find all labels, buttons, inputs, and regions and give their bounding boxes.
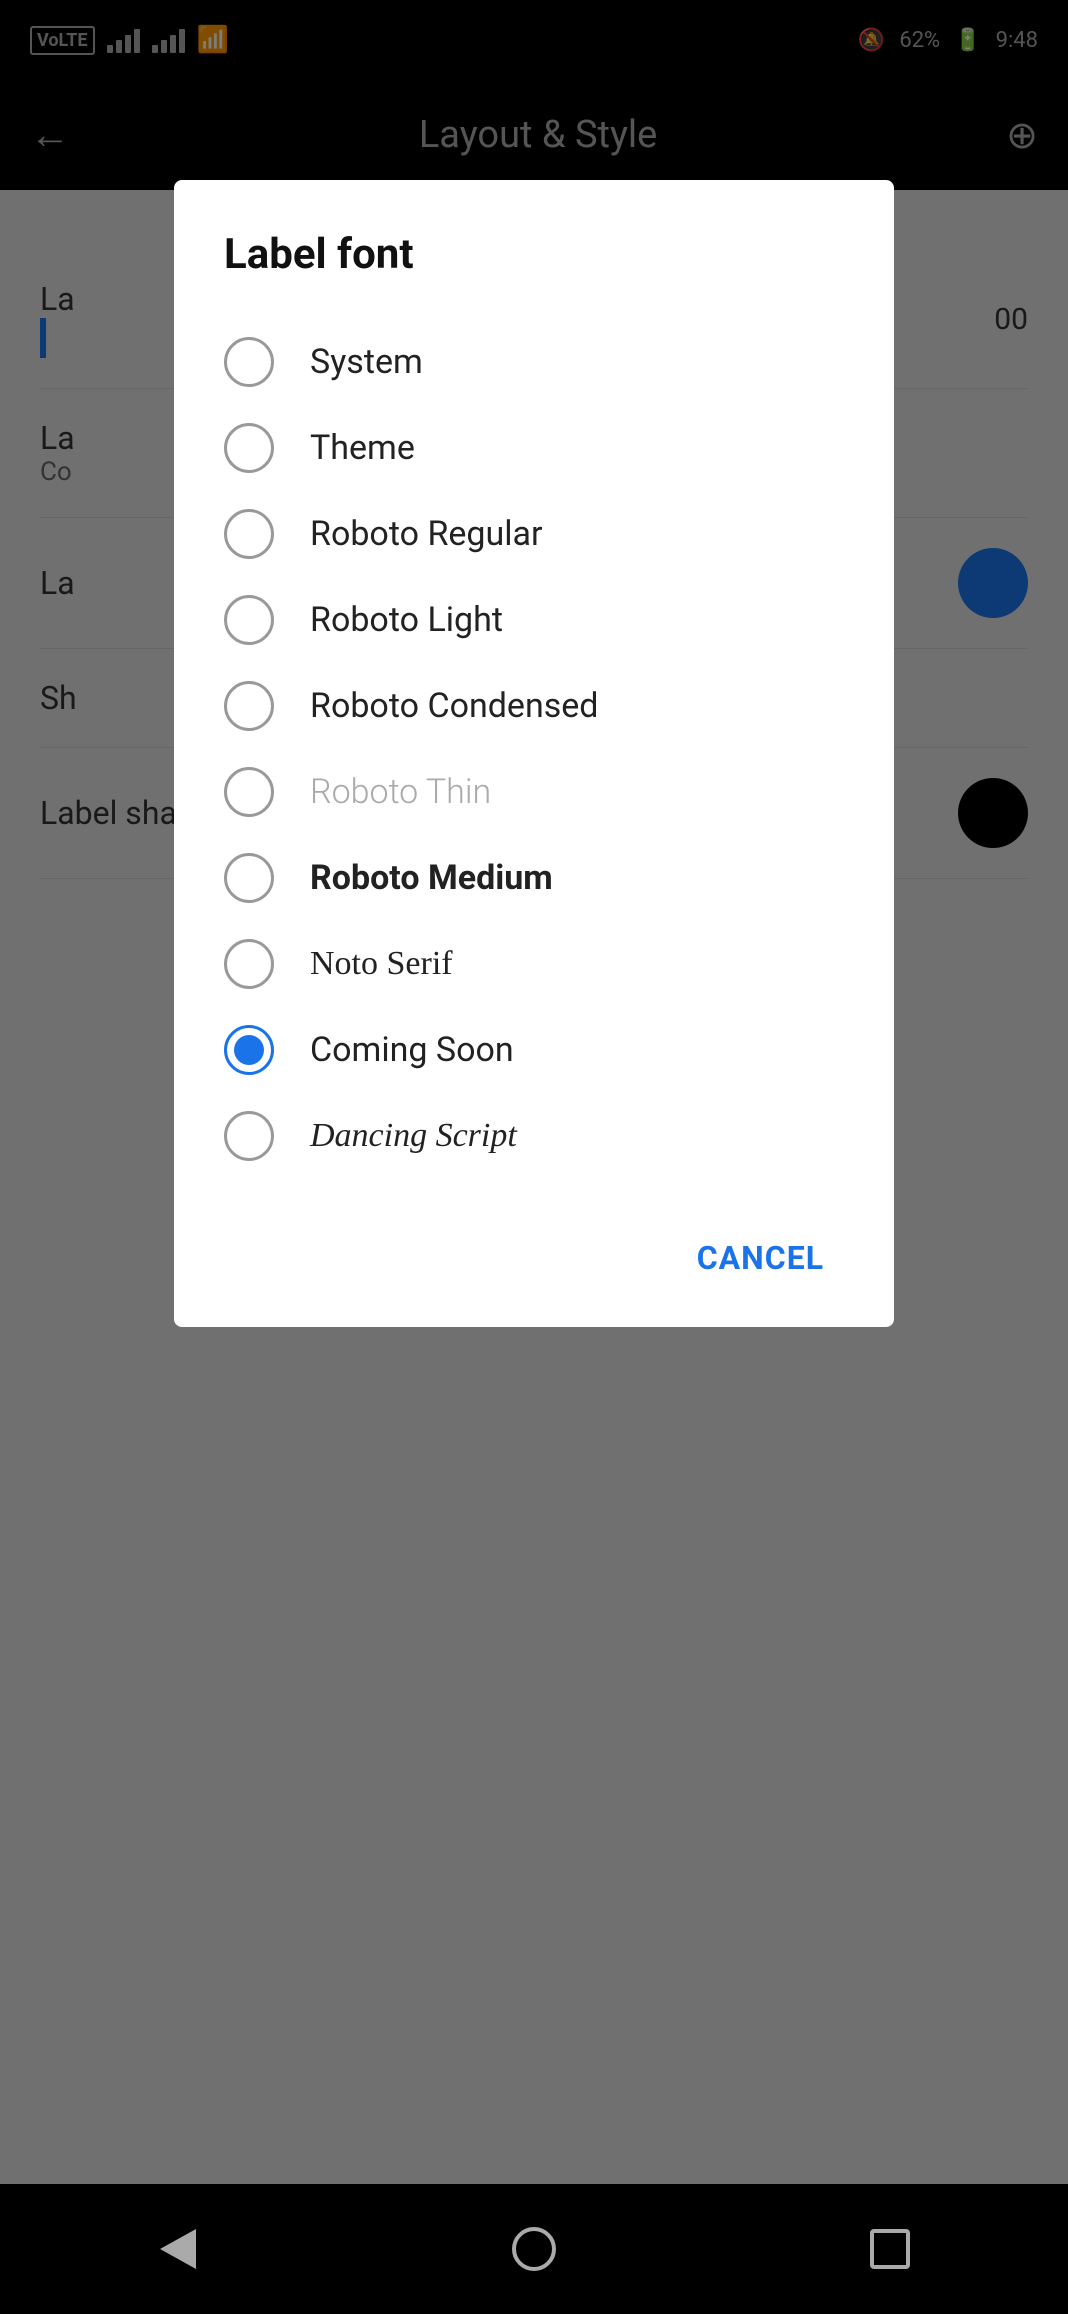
nav-home-button[interactable]: [494, 2209, 574, 2289]
radio-option-roboto-thin[interactable]: Roboto Thin: [224, 749, 844, 835]
radio-inner-coming-soon: [234, 1035, 264, 1065]
radio-roboto-medium[interactable]: [224, 853, 274, 903]
radio-label-roboto-medium: Roboto Medium: [310, 858, 553, 898]
radio-option-roboto-regular[interactable]: Roboto Regular: [224, 491, 844, 577]
nav-recent-button[interactable]: [850, 2209, 930, 2289]
radio-coming-soon[interactable]: [224, 1025, 274, 1075]
radio-noto-serif[interactable]: [224, 939, 274, 989]
dialog-actions: CANCEL: [224, 1209, 844, 1287]
radio-label-roboto-thin: Roboto Thin: [310, 772, 491, 812]
radio-theme[interactable]: [224, 423, 274, 473]
radio-option-noto-serif[interactable]: Noto Serif: [224, 921, 844, 1007]
cancel-button[interactable]: CANCEL: [677, 1229, 844, 1287]
radio-system[interactable]: [224, 337, 274, 387]
radio-label-system: System: [310, 342, 423, 382]
radio-option-system[interactable]: System: [224, 319, 844, 405]
radio-label-dancing-script: Dancing Script: [310, 1117, 517, 1155]
radio-label-roboto-condensed: Roboto Condensed: [310, 686, 598, 726]
radio-roboto-thin[interactable]: [224, 767, 274, 817]
home-icon: [512, 2227, 556, 2271]
dialog-title: Label font: [224, 230, 844, 279]
radio-roboto-condensed[interactable]: [224, 681, 274, 731]
radio-option-coming-soon[interactable]: Coming Soon: [224, 1007, 844, 1093]
radio-label-theme: Theme: [310, 428, 415, 468]
radio-option-theme[interactable]: Theme: [224, 405, 844, 491]
radio-roboto-regular[interactable]: [224, 509, 274, 559]
label-font-dialog: Label font System Theme Roboto Regular R…: [174, 180, 894, 1327]
radio-option-roboto-medium[interactable]: Roboto Medium: [224, 835, 844, 921]
radio-option-dancing-script[interactable]: Dancing Script: [224, 1093, 844, 1179]
bottom-nav: [0, 2184, 1068, 2314]
dialog-overlay: Label font System Theme Roboto Regular R…: [0, 0, 1068, 2314]
radio-option-roboto-light[interactable]: Roboto Light: [224, 577, 844, 663]
nav-back-button[interactable]: [138, 2209, 218, 2289]
radio-label-roboto-regular: Roboto Regular: [310, 514, 543, 554]
recent-icon: [870, 2229, 910, 2269]
back-icon: [160, 2229, 196, 2269]
radio-label-coming-soon: Coming Soon: [310, 1030, 514, 1070]
radio-dancing-script[interactable]: [224, 1111, 274, 1161]
radio-roboto-light[interactable]: [224, 595, 274, 645]
radio-label-noto-serif: Noto Serif: [310, 945, 453, 983]
radio-label-roboto-light: Roboto Light: [310, 600, 503, 640]
radio-option-roboto-condensed[interactable]: Roboto Condensed: [224, 663, 844, 749]
